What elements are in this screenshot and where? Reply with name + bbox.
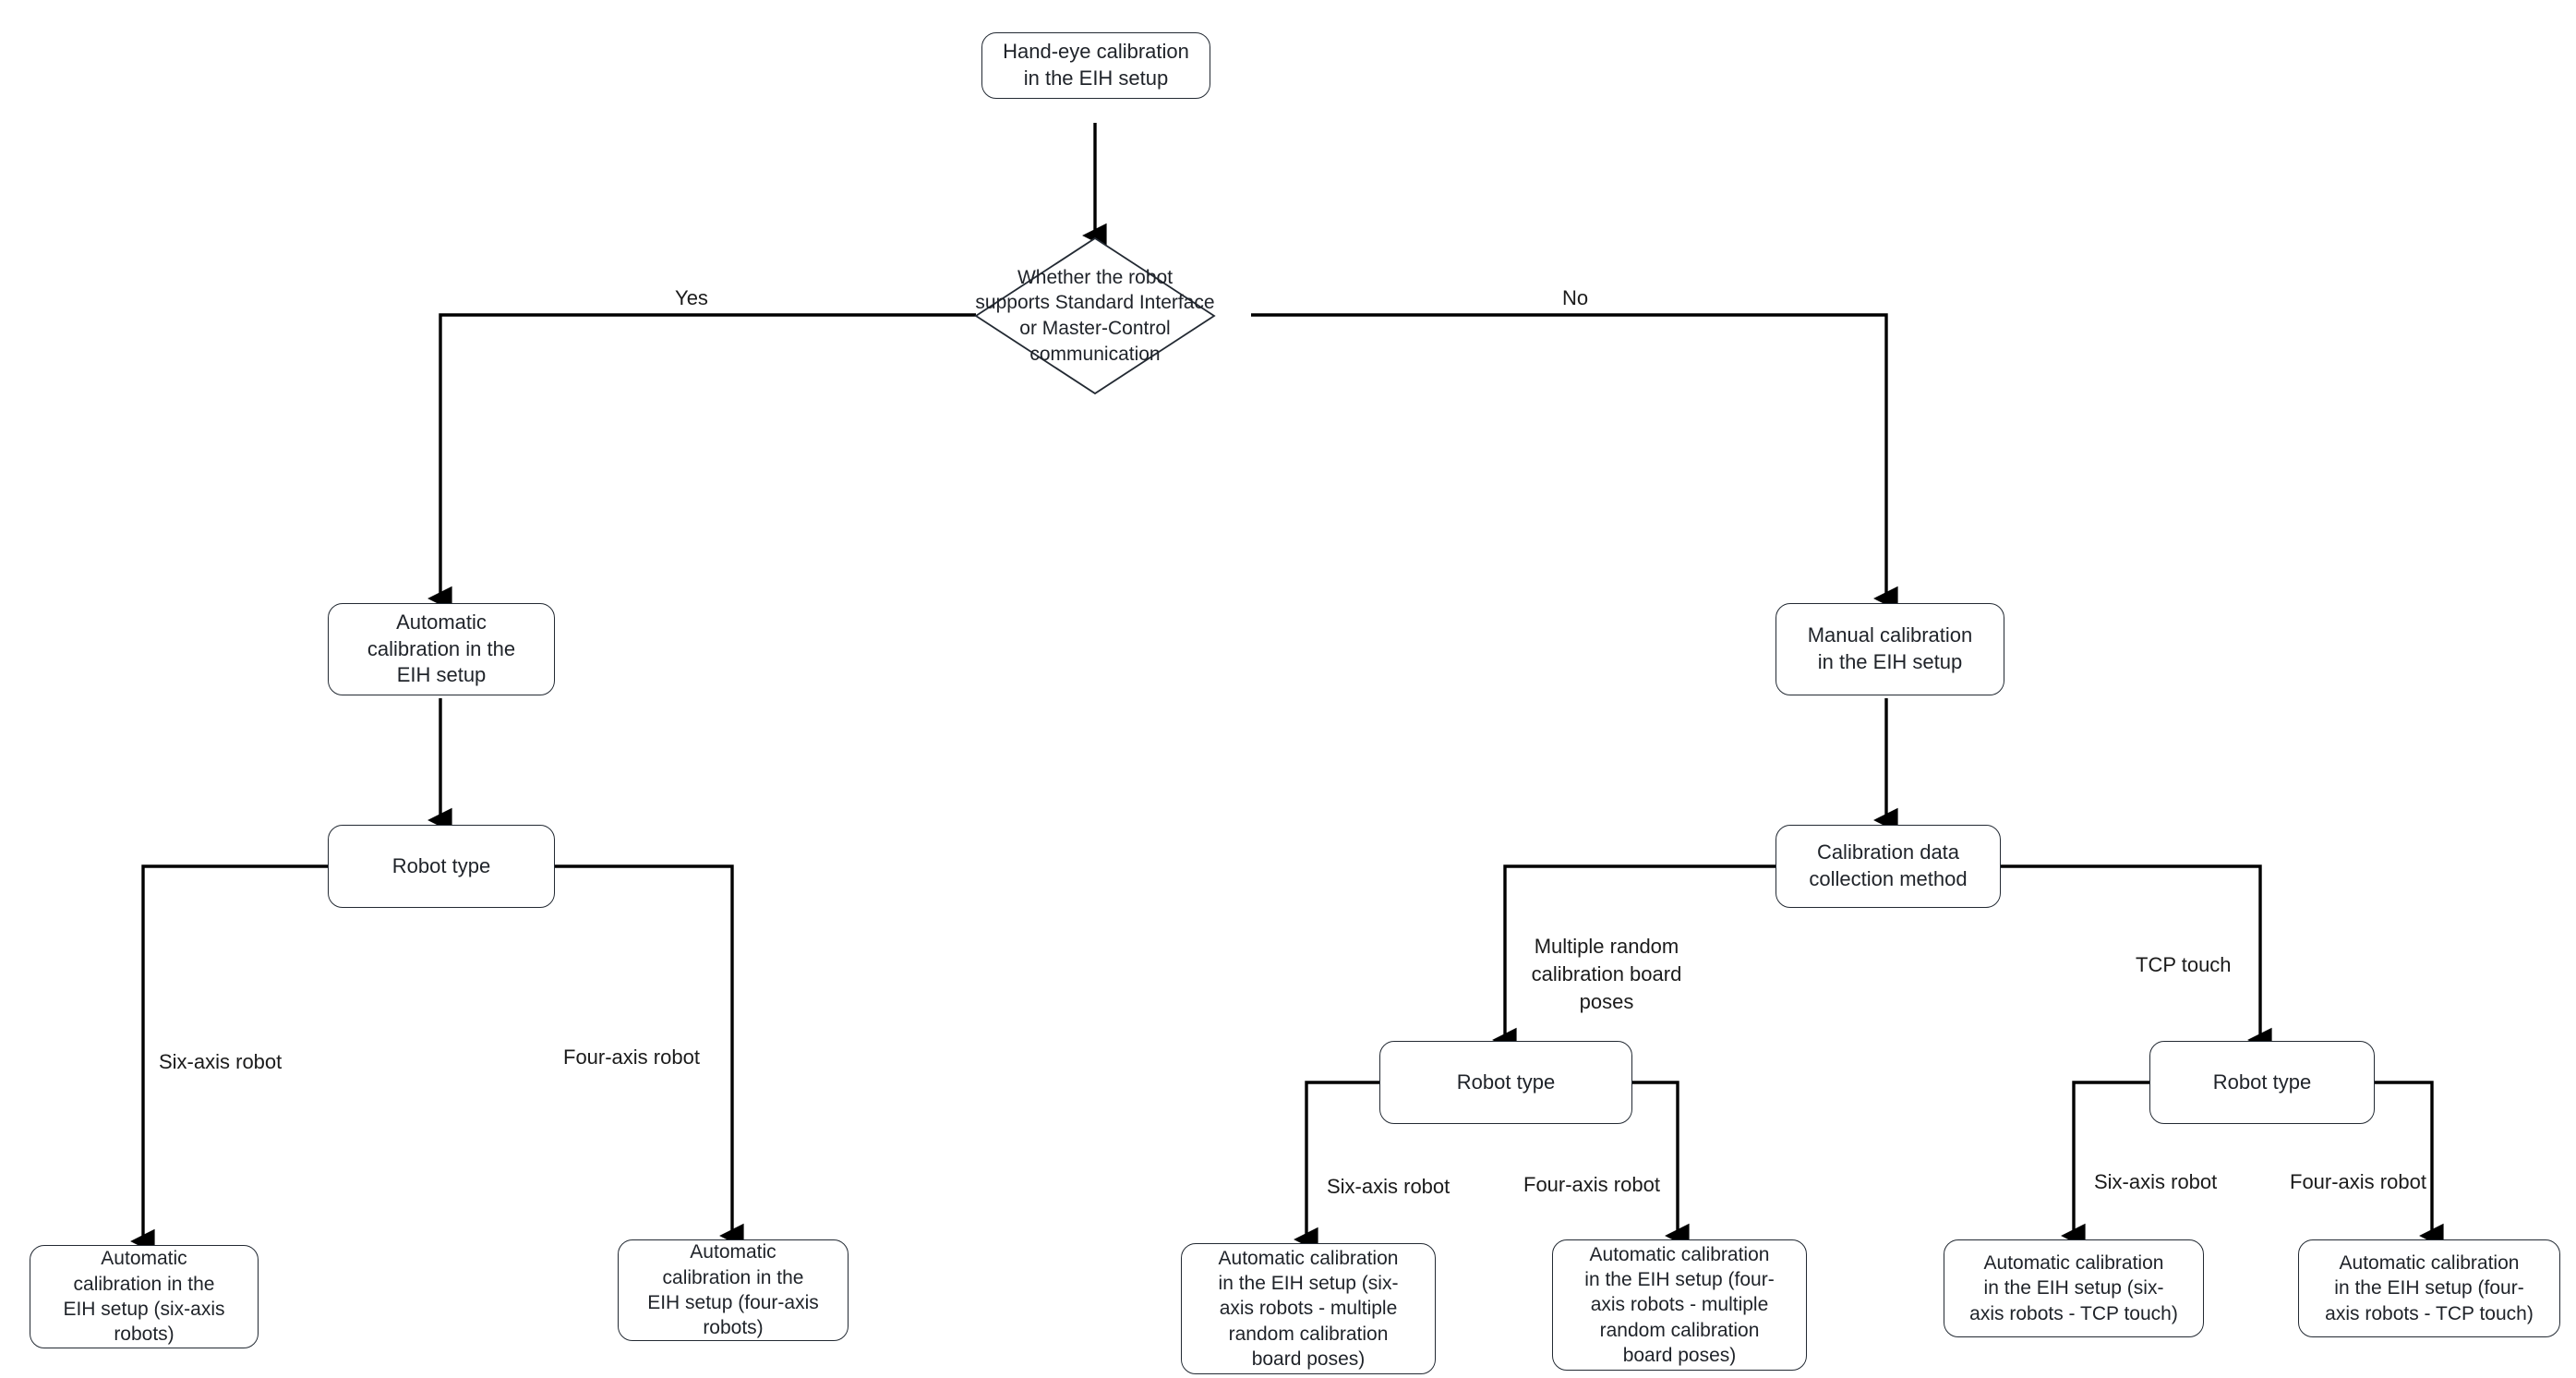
edge-label-four-axis-random: Four-axis robot (1523, 1143, 1708, 1199)
node-leaf-random-four-axis-label: Automatic calibration in the EIH setup (… (1584, 1243, 1775, 1366)
edge-label-no: No (1534, 257, 1617, 312)
node-robot-type-tcp-touch-label: Robot type (2212, 1070, 2312, 1094)
node-robot-type-tcp-touch[interactable]: Robot type (2149, 1041, 2375, 1124)
edge-label-four-axis-random-text: Four-axis robot (1523, 1172, 1660, 1196)
node-leaf-random-six-axis[interactable]: Automatic calibration in the EIH setup (… (1181, 1243, 1436, 1374)
node-automatic-calibration-label: Automatic calibration in the EIH setup (367, 610, 516, 687)
node-robot-type-random-poses-label: Robot type (1456, 1070, 1556, 1094)
edge-label-multiple-random-poses: Multiple random calibration board poses (1519, 905, 1694, 1016)
edge-label-four-axis-tcp-text: Four-axis robot (2290, 1169, 2426, 1193)
edge-label-multiple-random-poses-text: Multiple random calibration board poses (1531, 934, 1682, 1013)
edge-label-six-axis-random: Six-axis robot (1327, 1145, 1502, 1201)
node-manual-calibration[interactable]: Manual calibration in the EIH setup (1776, 603, 2004, 695)
edge-decision-yes (427, 313, 976, 611)
edge-label-no-text: No (1561, 285, 1589, 309)
node-decision-communication[interactable]: Whether the robot supports Standard Inte… (974, 236, 1216, 395)
node-leaf-tcp-six-axis[interactable]: Automatic calibration in the EIH setup (… (1944, 1239, 2204, 1337)
node-leaf-auto-six-axis[interactable]: Automatic calibration in the EIH setup (… (30, 1245, 259, 1348)
edge-label-six-axis-random-text: Six-axis robot (1327, 1174, 1451, 1198)
edge-label-yes: Yes (650, 257, 733, 312)
flowchart-canvas: Hand-eye calibration in the EIH setup Wh… (0, 0, 2576, 1378)
node-leaf-random-six-axis-label: Automatic calibration in the EIH setup (… (1218, 1247, 1399, 1370)
node-leaf-tcp-six-axis-label: Automatic calibration in the EIH setup (… (1969, 1252, 2178, 1324)
node-leaf-auto-six-axis-label: Automatic calibration in the EIH setup (… (63, 1248, 225, 1346)
node-leaf-tcp-four-axis[interactable]: Automatic calibration in the EIH setup (… (2298, 1239, 2560, 1337)
node-start[interactable]: Hand-eye calibration in the EIH setup (981, 32, 1210, 99)
edge-label-six-axis-auto: Six-axis robot (159, 1021, 343, 1076)
node-robot-type-automatic[interactable]: Robot type (328, 825, 555, 908)
node-decision-label: Whether the robot supports Standard Inte… (975, 266, 1215, 365)
edge-label-tcp-touch: TCP touch (2136, 924, 2302, 979)
node-start-label: Hand-eye calibration in the EIH setup (1003, 40, 1189, 90)
edge-label-four-axis-auto-text: Four-axis robot (563, 1045, 700, 1069)
edge-label-six-axis-tcp-text: Six-axis robot (2094, 1169, 2218, 1193)
node-leaf-tcp-four-axis-label: Automatic calibration in the EIH setup (… (2325, 1252, 2534, 1324)
node-robot-type-automatic-label: Robot type (391, 853, 491, 877)
edge-decision-no (1251, 313, 1898, 611)
node-leaf-auto-four-axis[interactable]: Automatic calibration in the EIH setup (… (618, 1239, 849, 1341)
edge-label-six-axis-tcp: Six-axis robot (2094, 1141, 2269, 1196)
edge-label-four-axis-tcp: Four-axis robot (2290, 1141, 2474, 1196)
node-collection-method-label: Calibration data collection method (1809, 840, 1968, 890)
node-leaf-random-four-axis[interactable]: Automatic calibration in the EIH setup (… (1552, 1239, 1807, 1371)
edge-label-six-axis-auto-text: Six-axis robot (159, 1049, 283, 1073)
edge-label-tcp-touch-text: TCP touch (2136, 952, 2232, 976)
node-collection-method[interactable]: Calibration data collection method (1776, 825, 2001, 908)
edge-label-four-axis-auto: Four-axis robot (563, 1016, 766, 1071)
node-manual-calibration-label: Manual calibration in the EIH setup (1807, 623, 1973, 673)
node-automatic-calibration[interactable]: Automatic calibration in the EIH setup (328, 603, 555, 695)
node-robot-type-random-poses[interactable]: Robot type (1379, 1041, 1632, 1124)
edge-label-yes-text: Yes (675, 285, 708, 309)
node-leaf-auto-four-axis-label: Automatic calibration in the EIH setup (… (647, 1241, 819, 1339)
